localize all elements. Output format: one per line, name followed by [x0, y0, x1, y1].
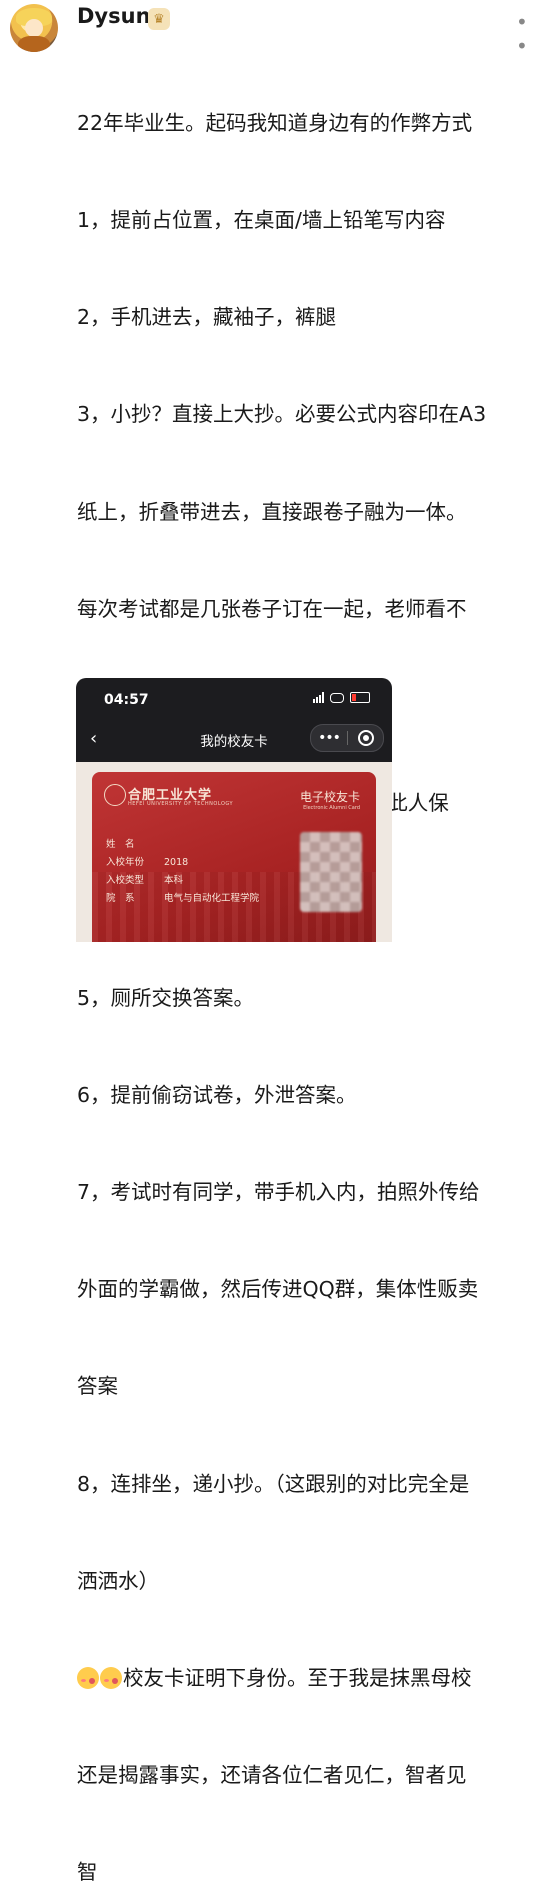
field-key: 院 系: [106, 893, 135, 904]
status-icons: [313, 692, 370, 703]
capsule-more-icon: •••: [318, 730, 341, 746]
kissing-face-emoji-icon: [100, 1667, 122, 1690]
field-value: 2018: [164, 857, 189, 868]
post-line: 3，小抄？直接上大抄。必要公式内容印在A3: [77, 402, 487, 427]
card-field-name: 姓 名: [106, 836, 164, 850]
post-line: 纸上，折叠带进去，直接跟卷子融为一体。: [77, 499, 467, 524]
post-line: 智: [77, 1860, 98, 1884]
signal-icon: [313, 692, 324, 703]
post-line: 22年毕业生。起码我知道身边有的作弊方式: [77, 110, 473, 135]
field-key: 入校类型: [106, 875, 145, 886]
capsule-close-icon: [348, 730, 383, 746]
post-line: 外面的学霸做，然后传进QQ群，集体性贩卖: [77, 1277, 479, 1302]
post-line: 7，考试时有同学，带手机入内，拍照外传给: [77, 1180, 480, 1205]
attached-screenshot[interactable]: 04:57 ‹ 我的校友卡 ••• 合肥工业大学 HEFEI UNIVERSIT…: [76, 678, 392, 942]
post-line-text: 校友卡证明下身份。至于我是抹黑母校: [123, 1666, 472, 1691]
post-line: 6，提前偷窃试卷，外泄答案。: [77, 1082, 357, 1107]
post-line: 还是揭露事实，还请各位仁者见仁，智者见: [77, 1763, 467, 1788]
field-key: 入校年份: [106, 857, 145, 868]
alumni-card: 合肥工业大学 HEFEI UNIVERSITY OF TECHNOLOGY 电子…: [92, 772, 376, 942]
card-type: 电子校友卡: [299, 790, 360, 804]
field-value: 本科: [164, 875, 184, 886]
status-time: 04:57: [104, 692, 149, 708]
post-line: 答案: [77, 1374, 118, 1399]
post-line: 洒洒水）: [77, 1568, 159, 1593]
university-name-en: HEFEI UNIVERSITY OF TECHNOLOGY: [128, 801, 234, 807]
verified-crown-icon: ♛: [148, 8, 170, 30]
post-text: 22年毕业生。起码我知道身边有的作弊方式 1，提前占位置，在桌面/墙上铅笔写内容…: [77, 42, 539, 1884]
avatar[interactable]: [10, 4, 58, 52]
card-field-dept: 院 系 电气与自动化工程学院: [106, 890, 259, 904]
university-logo-icon: [104, 784, 126, 806]
username[interactable]: Dysun: [77, 4, 151, 28]
post-line-emoji: 校友卡证明下身份。至于我是抹黑母校: [77, 1662, 539, 1694]
post-line: 1，提前占位置，在桌面/墙上铅笔写内容: [77, 208, 446, 233]
post-line: 每次考试都是几张卷子订在一起，老师看不: [77, 596, 467, 621]
post-line: 2，手机进去，藏袖子，裤腿: [77, 305, 337, 330]
blurred-photo: [300, 832, 362, 912]
card-field-year: 入校年份 2018: [106, 854, 188, 868]
link-icon: [330, 692, 344, 703]
battery-icon: [350, 692, 370, 703]
field-key: 姓 名: [106, 839, 135, 850]
card-type-en: Electronic Alumni Card: [303, 805, 360, 811]
post-line: 5，厕所交换答案。: [77, 985, 255, 1010]
mini-program-capsule: •••: [310, 724, 384, 752]
card-field-type: 入校类型 本科: [106, 872, 183, 886]
field-value: 电气与自动化工程学院: [164, 893, 260, 904]
post-line: 8，连排坐，递小抄。（这跟别的对比完全是: [77, 1471, 470, 1496]
kissing-face-emoji-icon: [77, 1667, 99, 1690]
card-area: 合肥工业大学 HEFEI UNIVERSITY OF TECHNOLOGY 电子…: [76, 762, 392, 942]
